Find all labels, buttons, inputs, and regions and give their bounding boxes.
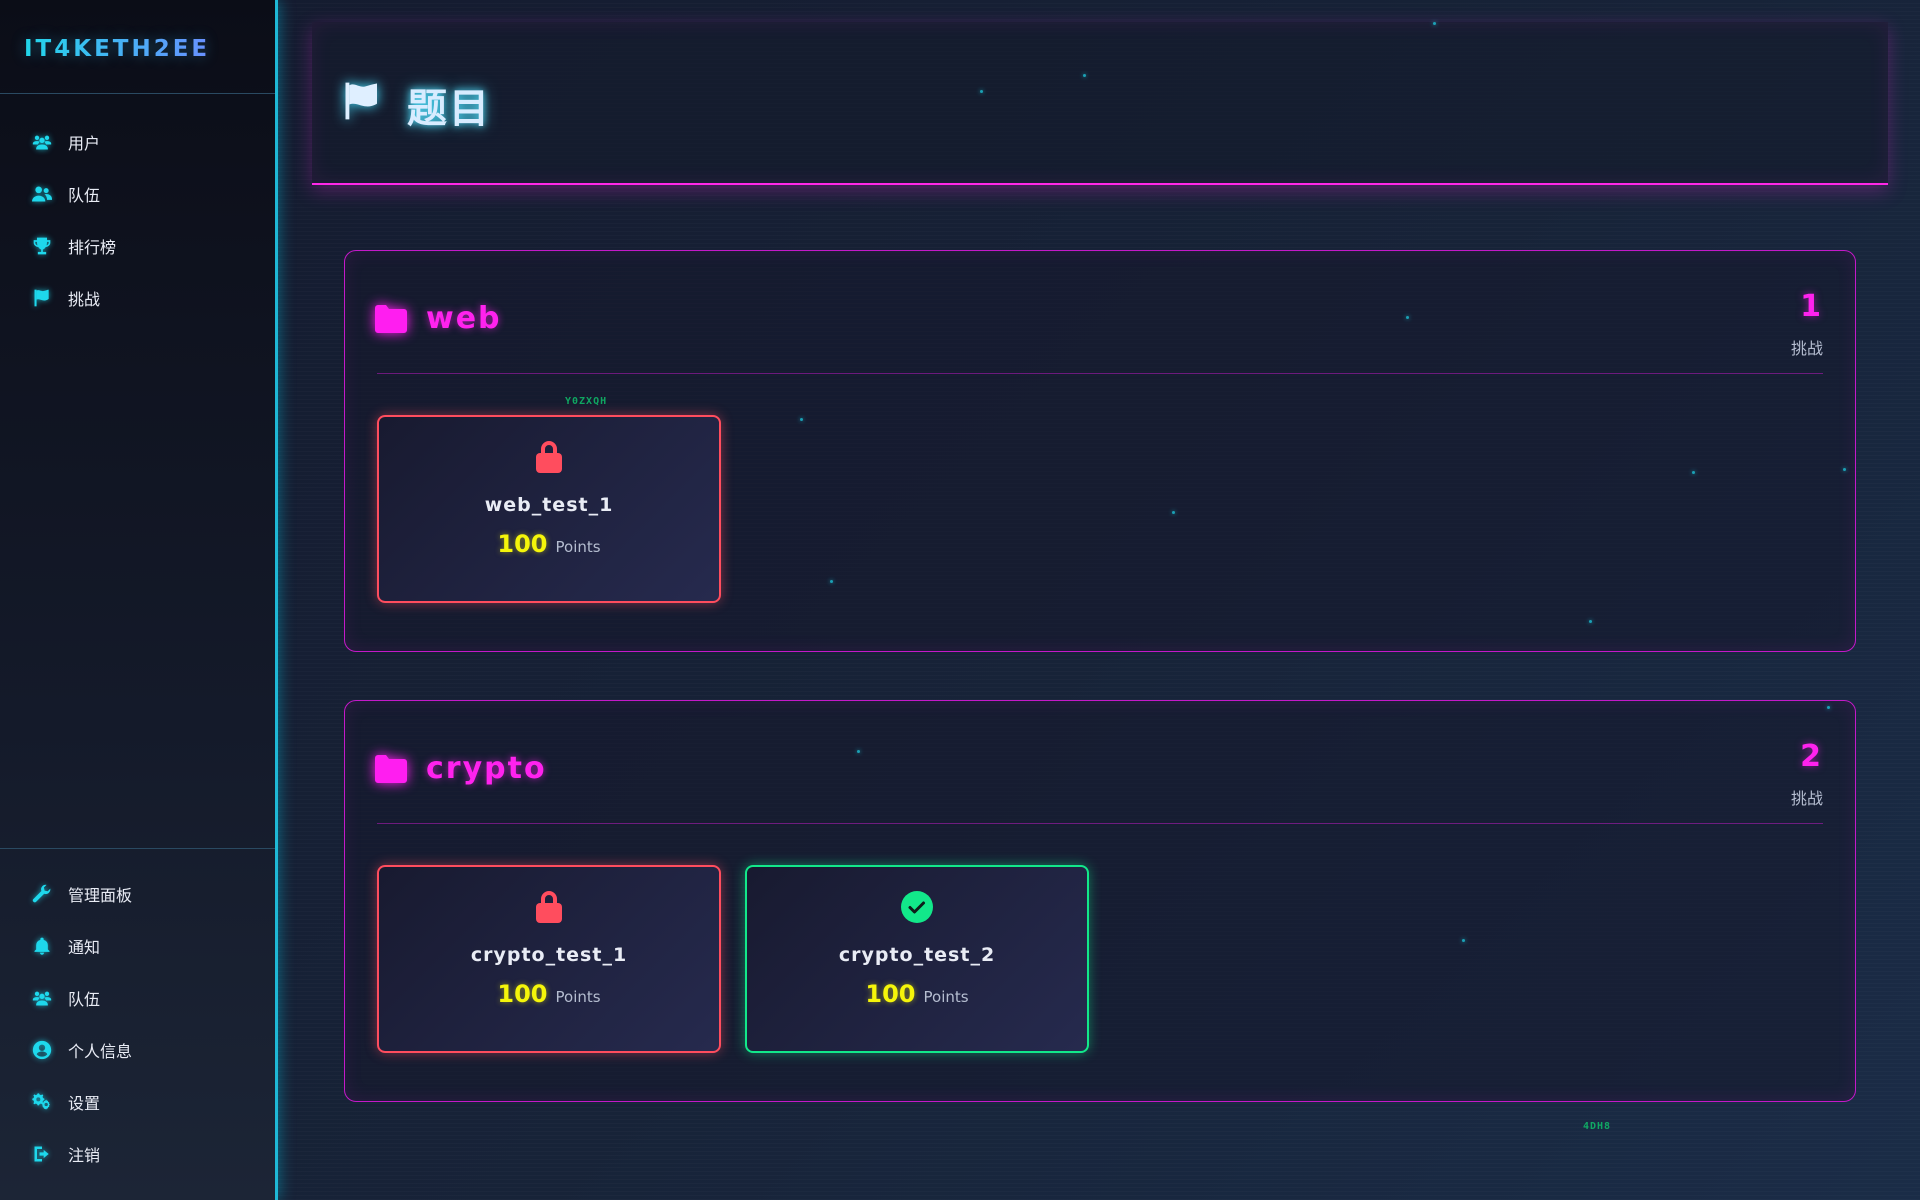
sidebar: IT4KETH2EE 用户 队伍 排行榜 挑战 管理面板 通知 队伍 个人信息 … bbox=[0, 0, 278, 1200]
category-panel-crypto: crypto 2 挑战 crypto_test_1 100 Points cry… bbox=[344, 700, 1856, 1102]
flag-icon bbox=[342, 80, 384, 122]
sidebar-item-logout[interactable]: 注销 bbox=[0, 1128, 275, 1180]
folder-icon bbox=[375, 305, 407, 333]
challenge-count-label: 挑战 bbox=[1790, 339, 1823, 358]
category-divider bbox=[377, 823, 1823, 824]
sidebar-nav-top: 用户 队伍 排行榜 挑战 bbox=[0, 94, 275, 324]
particle bbox=[1083, 74, 1086, 77]
sidebar-item-label: 管理面板 bbox=[68, 886, 133, 905]
challenge-count-label: 挑战 bbox=[1790, 789, 1823, 808]
team-icon bbox=[30, 986, 54, 1010]
sidebar-item-label: 用户 bbox=[68, 134, 101, 153]
category-divider bbox=[377, 373, 1823, 374]
trophy-icon bbox=[30, 234, 54, 258]
challenge-name: crypto_test_1 bbox=[470, 944, 628, 966]
sidebar-item-profile[interactable]: 个人信息 bbox=[0, 1024, 275, 1076]
challenge-points-row: 100 Points bbox=[379, 530, 719, 558]
challenge-points-row: 100 Points bbox=[379, 980, 719, 1008]
users-icon bbox=[30, 130, 54, 154]
challenge-card[interactable]: crypto_test_2 100 Points bbox=[745, 865, 1089, 1053]
sidebar-item-label: 设置 bbox=[68, 1094, 101, 1113]
sidebar-item-notifications[interactable]: 通知 bbox=[0, 920, 275, 972]
challenge-points: 100 bbox=[497, 530, 548, 558]
challenge-count: 2 bbox=[1800, 739, 1821, 774]
sidebar-nav-bottom: 管理面板 通知 队伍 个人信息 设置 注销 bbox=[0, 848, 275, 1180]
sidebar-item-label: 个人信息 bbox=[68, 1042, 133, 1061]
user-circle-icon bbox=[30, 1038, 54, 1062]
sidebar-item-label: 队伍 bbox=[68, 990, 101, 1009]
particle bbox=[1843, 468, 1846, 471]
challenge-card[interactable]: web_test_1 100 Points bbox=[377, 415, 721, 603]
sidebar-item-label: 队伍 bbox=[68, 186, 101, 205]
lock-icon bbox=[532, 889, 566, 925]
particle bbox=[1172, 511, 1175, 514]
particle bbox=[830, 580, 833, 583]
sidebar-item-teams[interactable]: 队伍 bbox=[0, 168, 275, 220]
glitch-text: 4DH8 bbox=[1583, 1121, 1612, 1132]
sidebar-item-challenges[interactable]: 挑战 bbox=[0, 272, 275, 324]
particle bbox=[1692, 471, 1695, 474]
page-header: 题目 bbox=[312, 22, 1888, 185]
team-icon bbox=[30, 182, 54, 206]
category-name: crypto bbox=[426, 751, 547, 786]
challenge-name: crypto_test_2 bbox=[838, 944, 996, 966]
check-circle-icon bbox=[900, 889, 934, 925]
brand-logo-text[interactable]: IT4KETH2EE bbox=[24, 36, 210, 62]
sidebar-item-scoreboard[interactable]: 排行榜 bbox=[0, 220, 275, 272]
challenge-points: 100 bbox=[497, 980, 548, 1008]
flag-icon bbox=[30, 286, 54, 310]
sidebar-item-users[interactable]: 用户 bbox=[0, 116, 275, 168]
particle bbox=[857, 750, 860, 753]
wrench-icon bbox=[30, 882, 54, 906]
points-label: Points bbox=[923, 988, 969, 1006]
category-panel-web: web 1 挑战 web_test_1 100 Points bbox=[344, 250, 1856, 652]
glitch-text: Y0ZXQH bbox=[565, 396, 608, 407]
points-label: Points bbox=[555, 538, 601, 556]
challenge-count: 1 bbox=[1800, 289, 1821, 324]
sign-out-icon bbox=[30, 1142, 54, 1166]
sidebar-item-admin-panel[interactable]: 管理面板 bbox=[0, 868, 275, 920]
points-label: Points bbox=[555, 988, 601, 1006]
gears-icon bbox=[30, 1090, 54, 1114]
brand-header: IT4KETH2EE bbox=[0, 0, 275, 94]
sidebar-item-label: 通知 bbox=[68, 938, 101, 957]
challenge-points-row: 100 Points bbox=[747, 980, 1087, 1008]
particle bbox=[1589, 620, 1592, 623]
page-title: 题目 bbox=[407, 86, 491, 132]
sidebar-item-team[interactable]: 队伍 bbox=[0, 972, 275, 1024]
bell-icon bbox=[30, 934, 54, 958]
challenge-card[interactable]: crypto_test_1 100 Points bbox=[377, 865, 721, 1053]
sidebar-item-label: 排行榜 bbox=[68, 238, 117, 257]
challenge-points: 100 bbox=[865, 980, 916, 1008]
particle bbox=[1462, 939, 1465, 942]
challenge-name: web_test_1 bbox=[484, 494, 614, 516]
sidebar-item-label: 挑战 bbox=[68, 290, 101, 309]
particle bbox=[800, 418, 803, 421]
particle bbox=[1406, 316, 1409, 319]
lock-icon bbox=[532, 439, 566, 475]
particle bbox=[980, 90, 983, 93]
folder-icon bbox=[375, 755, 407, 783]
category-name: web bbox=[426, 301, 502, 336]
sidebar-item-label: 注销 bbox=[68, 1146, 101, 1165]
particle bbox=[1433, 22, 1436, 25]
sidebar-item-settings[interactable]: 设置 bbox=[0, 1076, 275, 1128]
particle bbox=[1827, 706, 1830, 709]
